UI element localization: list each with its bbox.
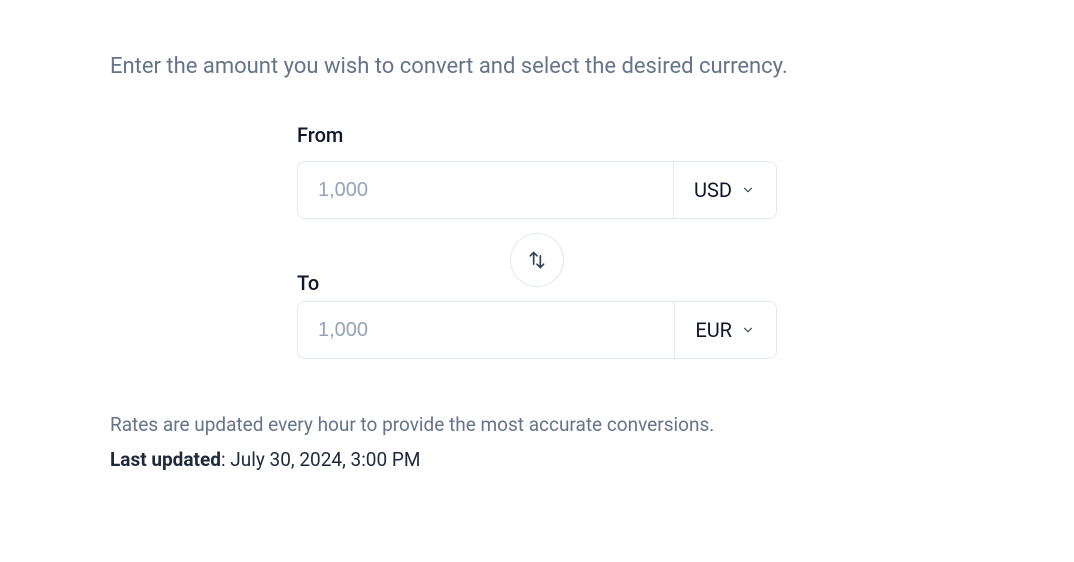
from-input-row: USD [297,161,777,219]
rates-note: Rates are updated every hour to provide … [110,407,964,442]
from-currency-code: USD [694,178,732,202]
swap-button[interactable] [510,233,564,287]
chevron-down-icon [740,322,756,338]
swap-row: To [297,219,777,301]
to-input-row: EUR [297,301,777,359]
to-label: To [297,271,319,295]
to-currency-select[interactable]: EUR [674,302,776,358]
to-field-group: EUR [297,301,777,359]
from-amount-input[interactable] [298,162,673,218]
to-amount-input[interactable] [298,302,674,358]
from-currency-select[interactable]: USD [673,162,776,218]
currency-converter: From USD To [110,123,964,359]
last-updated-value: : July 30, 2024, 3:00 PM [221,448,421,471]
to-currency-code: EUR [695,318,732,342]
chevron-down-icon [740,182,756,198]
last-updated-line: Last updated: July 30, 2024, 3:00 PM [110,442,964,477]
from-field-group: From USD [297,123,777,219]
swap-vertical-icon [527,250,547,270]
intro-text: Enter the amount you wish to convert and… [110,50,964,83]
from-label: From [297,123,777,147]
last-updated-label: Last updated [110,448,221,471]
